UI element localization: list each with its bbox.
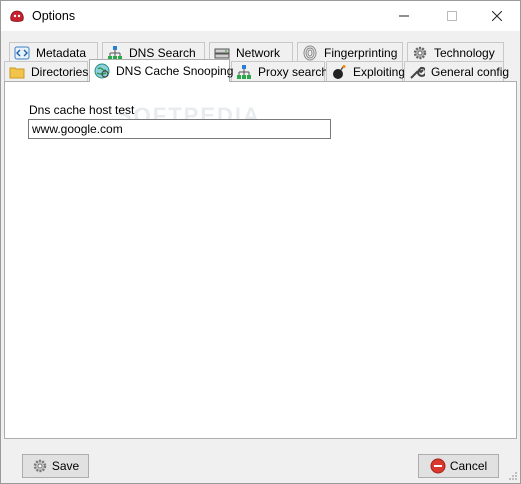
minimize-button[interactable] bbox=[381, 1, 427, 31]
resize-grip-icon[interactable] bbox=[508, 471, 518, 481]
cancel-label: Cancel bbox=[449, 459, 488, 473]
options-window: Options Metadata DNS Search Network Fing… bbox=[0, 0, 521, 484]
minimize-icon bbox=[399, 15, 409, 17]
tab-exploiting[interactable]: Exploiting bbox=[326, 61, 406, 81]
app-icon bbox=[10, 10, 24, 22]
globe-icon bbox=[94, 63, 110, 79]
tab-general-config[interactable]: General config bbox=[404, 61, 509, 81]
code-icon bbox=[14, 45, 30, 61]
host-test-input[interactable] bbox=[28, 119, 331, 139]
tab-label: DNS Search bbox=[129, 45, 196, 60]
close-button[interactable] bbox=[474, 1, 520, 31]
tab-fingerprinting[interactable]: Fingerprinting bbox=[297, 42, 403, 62]
fingerprint-icon bbox=[302, 45, 318, 61]
wrench-icon bbox=[409, 64, 425, 80]
tab-metadata[interactable]: Metadata bbox=[9, 42, 98, 62]
save-label: Save bbox=[51, 459, 80, 473]
save-button[interactable]: Save bbox=[22, 454, 89, 478]
window-title: Options bbox=[32, 9, 76, 23]
tab-label: Exploiting bbox=[353, 64, 406, 79]
bomb-icon bbox=[331, 64, 347, 80]
tab-dns-cache-snooping[interactable]: DNS Cache Snooping bbox=[89, 59, 234, 82]
gear-icon bbox=[412, 45, 428, 61]
gear-icon bbox=[32, 458, 48, 474]
tab-label: Directories bbox=[31, 64, 89, 79]
tab-label: General config bbox=[431, 64, 510, 79]
maximize-button[interactable] bbox=[429, 1, 475, 31]
tab-label: Technology bbox=[434, 45, 495, 60]
title-bar[interactable]: Options bbox=[1, 1, 520, 31]
tab-directories[interactable]: Directories bbox=[4, 61, 88, 81]
folder-icon bbox=[9, 64, 25, 80]
maximize-icon bbox=[447, 11, 457, 21]
network-tree-icon bbox=[236, 64, 252, 80]
tab-label: Metadata bbox=[36, 45, 87, 60]
tab-proxy-search[interactable]: Proxy search bbox=[231, 61, 329, 81]
cancel-button[interactable]: Cancel bbox=[418, 454, 499, 478]
tab-panel: SOFTPEDIA Dns cache host test bbox=[4, 81, 517, 439]
host-test-label: Dns cache host test bbox=[29, 103, 135, 117]
tab-label: Fingerprinting bbox=[324, 45, 398, 60]
close-icon bbox=[492, 11, 502, 21]
tab-label: Proxy search bbox=[258, 64, 329, 79]
tab-label: Network bbox=[236, 45, 281, 60]
tab-technology[interactable]: Technology bbox=[407, 42, 504, 62]
cancel-icon bbox=[430, 458, 446, 474]
tab-label: DNS Cache Snooping bbox=[116, 64, 234, 78]
